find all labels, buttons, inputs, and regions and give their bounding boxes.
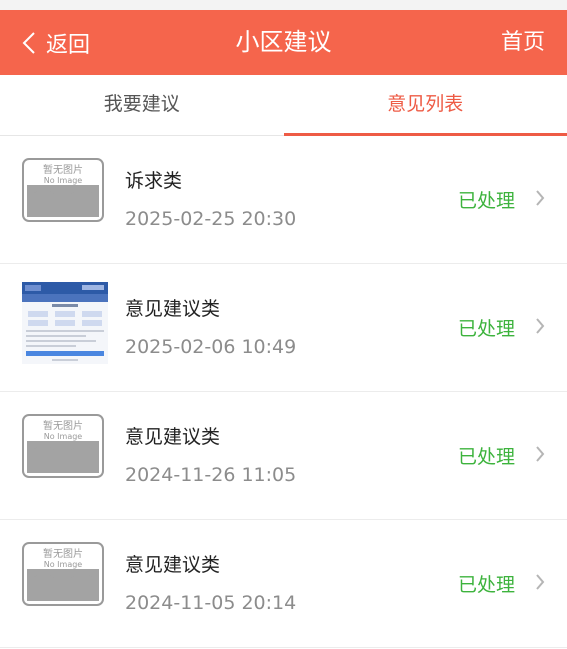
chevron-left-icon xyxy=(22,31,35,54)
chevron-right-icon xyxy=(536,318,545,334)
list-item[interactable]: 暂无图片 No Image 意见建议类 2024-11-26 11:05 已处理 xyxy=(0,392,567,520)
no-image-text-cn: 暂无图片 xyxy=(43,163,83,176)
item-time: 2025-02-25 20:30 xyxy=(125,208,297,230)
no-image-icon: 暂无图片 No Image xyxy=(22,158,104,222)
screenshot-thumbnail xyxy=(22,282,108,364)
tab-opinion-list[interactable]: 意见列表 xyxy=(283,75,567,136)
no-image-text-en: No Image xyxy=(44,560,83,569)
chevron-right-icon xyxy=(536,574,545,590)
tab-submit-suggestion[interactable]: 我要建议 xyxy=(0,75,284,135)
no-image-icon: 暂无图片 No Image xyxy=(22,542,104,606)
item-time: 2024-11-05 20:14 xyxy=(125,592,297,614)
status-badge: 已处理 xyxy=(457,190,515,212)
status-strip xyxy=(0,0,567,10)
item-title: 意见建议类 xyxy=(125,554,221,576)
item-time: 2025-02-06 10:49 xyxy=(125,336,297,358)
no-image-text-en: No Image xyxy=(44,176,83,185)
header-bar: 返回 小区建议 首页 xyxy=(0,10,567,75)
item-time: 2024-11-26 11:05 xyxy=(125,464,297,486)
opinion-list: 暂无图片 No Image 诉求类 2025-02-25 20:30 已处理 意… xyxy=(0,136,567,648)
back-label: 返回 xyxy=(46,32,91,58)
page: 返回 小区建议 首页 我要建议 意见列表 暂无图片 No Image 诉求类 2… xyxy=(0,0,567,649)
item-title: 诉求类 xyxy=(125,170,183,192)
list-item[interactable]: 暂无图片 No Image 意见建议类 2024-11-05 20:14 已处理 xyxy=(0,520,567,648)
no-image-text-cn: 暂无图片 xyxy=(43,547,83,560)
status-badge: 已处理 xyxy=(457,446,515,468)
item-title: 意见建议类 xyxy=(125,298,221,320)
status-badge: 已处理 xyxy=(457,318,515,340)
chevron-right-icon xyxy=(536,190,545,206)
no-image-text-en: No Image xyxy=(44,432,83,441)
back-button[interactable]: 返回 xyxy=(22,10,90,75)
no-image-text-cn: 暂无图片 xyxy=(43,419,83,432)
chevron-right-icon xyxy=(536,446,545,462)
no-image-icon: 暂无图片 No Image xyxy=(22,414,104,478)
list-item[interactable]: 意见建议类 2025-02-06 10:49 已处理 xyxy=(0,264,567,392)
home-button[interactable]: 首页 xyxy=(501,10,545,75)
item-title: 意见建议类 xyxy=(125,426,221,448)
status-badge: 已处理 xyxy=(457,574,515,596)
list-item[interactable]: 暂无图片 No Image 诉求类 2025-02-25 20:30 已处理 xyxy=(0,136,567,264)
tab-bar: 我要建议 意见列表 xyxy=(0,75,567,136)
